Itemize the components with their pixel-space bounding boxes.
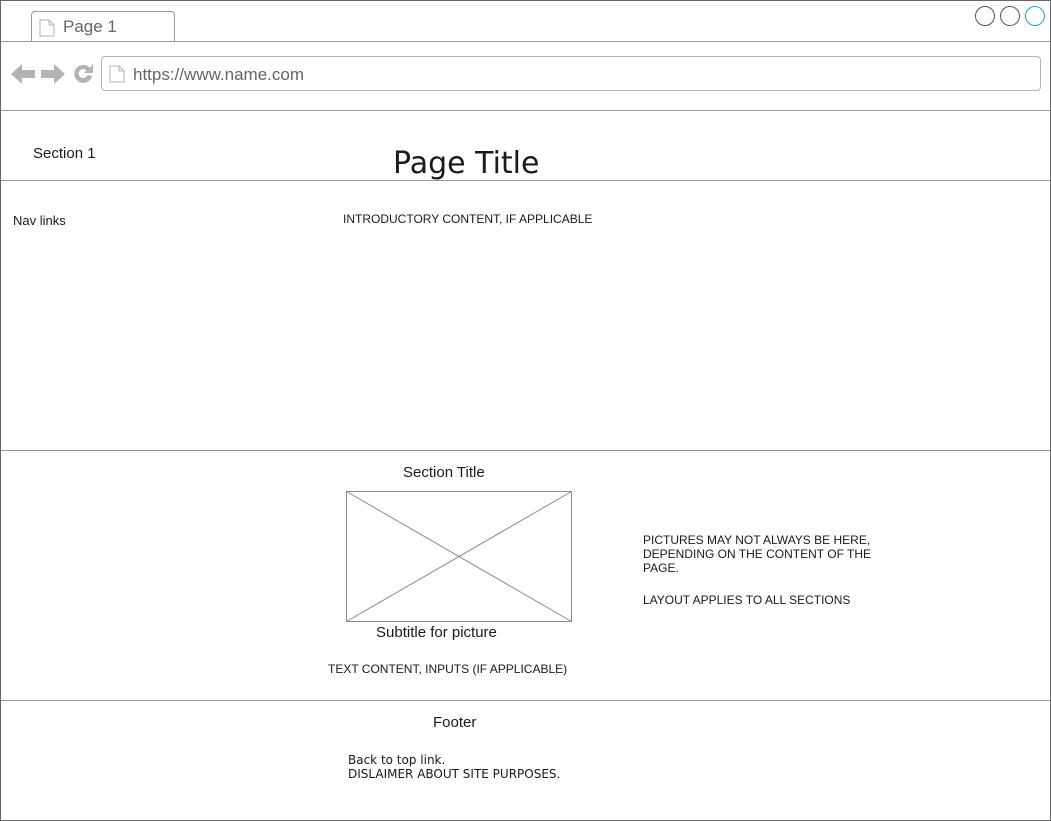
intro-bottom-divider bbox=[1, 450, 1050, 451]
tab-title: Page 1 bbox=[63, 17, 117, 36]
page-icon bbox=[39, 19, 55, 37]
page-title: Page Title bbox=[393, 146, 540, 181]
layout-note-line-1: PICTURES MAY NOT ALWAYS BE HERE, DEPENDI… bbox=[643, 533, 872, 575]
intro-content: INTRODUCTORY CONTENT, IF APPLICABLE bbox=[343, 212, 593, 226]
layout-note: PICTURES MAY NOT ALWAYS BE HERE, DEPENDI… bbox=[643, 533, 893, 625]
image-placeholder bbox=[346, 491, 572, 622]
back-arrow-icon[interactable] bbox=[11, 61, 35, 87]
section-label: Section 1 bbox=[33, 145, 96, 162]
section-bottom-divider bbox=[1, 700, 1050, 701]
footer-disclaimer: DISLAIMER ABOUT SITE PURPOSES. bbox=[348, 767, 561, 781]
address-bar[interactable]: https://www.name.com bbox=[101, 56, 1041, 91]
footer-title: Footer bbox=[433, 714, 477, 731]
reload-icon[interactable] bbox=[71, 62, 95, 86]
browser-tab[interactable]: Page 1 bbox=[31, 11, 175, 41]
page-icon bbox=[109, 65, 125, 83]
section-title: Section Title bbox=[403, 464, 485, 481]
forward-arrow-icon[interactable] bbox=[41, 61, 65, 87]
tab-strip-divider bbox=[1, 41, 1050, 42]
nav-links[interactable]: Nav links bbox=[13, 213, 66, 228]
window-button-3[interactable] bbox=[1025, 6, 1045, 26]
layout-note-line-2: LAYOUT APPLIES TO ALL SECTIONS bbox=[643, 593, 851, 607]
url-text: https://www.name.com bbox=[133, 65, 305, 84]
back-to-top-link[interactable]: Back to top link. bbox=[348, 753, 560, 767]
header-top-divider bbox=[1, 110, 1050, 111]
window-button-2[interactable] bbox=[1000, 6, 1020, 26]
browser-window: Page 1 https://www.name.com Section 1 Pa… bbox=[0, 0, 1051, 821]
picture-subtitle: Subtitle for picture bbox=[376, 624, 497, 641]
text-content: TEXT CONTENT, INPUTS (IF APPLICABLE) bbox=[328, 662, 568, 676]
window-button-1[interactable] bbox=[975, 6, 995, 26]
footer-text: Back to top link. DISLAIMER ABOUT SITE P… bbox=[348, 753, 560, 781]
